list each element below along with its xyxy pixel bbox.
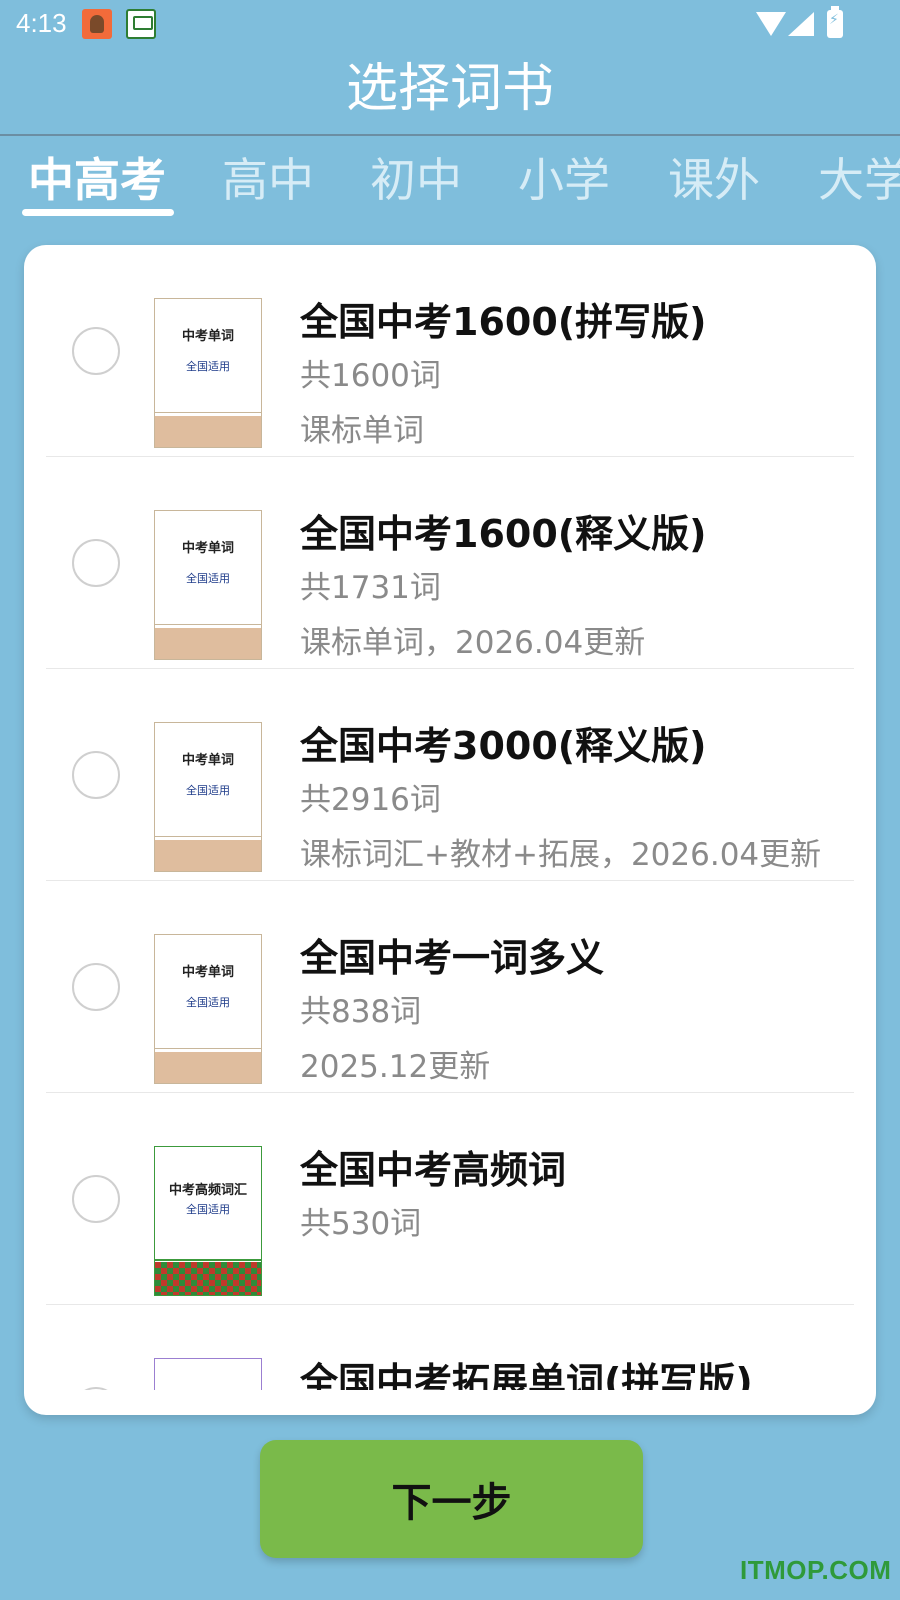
book-cover: 中考单词 全国适用 (154, 298, 262, 448)
page-title: 选择词书 (345, 59, 554, 119)
book-note: 课标单词 (300, 413, 424, 449)
book-title: 全国中考拓展单词(拼写版) (300, 1360, 753, 1390)
book-title: 全国中考1600(释义版) (300, 512, 707, 556)
book-cover: 中考单词 全国适用 (154, 722, 262, 872)
cover-title: 中考高频词汇 (168, 1183, 247, 1198)
wifi-icon (756, 12, 786, 36)
tab-zhonggaokao[interactable]: 中高考 (28, 150, 166, 210)
book-cover: 中考高频词汇 全国适用 (154, 1146, 262, 1296)
book-title: 全国中考高频词 (300, 1148, 567, 1192)
book-select-radio[interactable] (72, 1387, 120, 1390)
tab-gaozhong[interactable]: 高中 (222, 150, 314, 210)
book-item[interactable]: 中考单词 全国适用 全国中考3000(释义版) 共2916词 课标词汇+教材+拓… (24, 669, 876, 881)
book-select-radio[interactable] (72, 327, 120, 375)
cover-subtitle: 全国适用 (186, 784, 230, 797)
cover-divider (155, 836, 261, 837)
book-title: 全国中考1600(拼写版) (300, 300, 707, 344)
cover-band (155, 1262, 261, 1295)
cover-divider (155, 412, 261, 413)
book-item[interactable]: 中考单词 全国适用 全国中考1600(拼写版) 共1600词 课标单词 (24, 245, 876, 457)
status-bar: 4:13 (0, 0, 900, 50)
cover-subtitle: 全国适用 (186, 996, 230, 1009)
cover-band (155, 1052, 261, 1083)
tab-daxue[interactable]: 大学 (818, 150, 900, 210)
notification-app-icon (82, 9, 112, 39)
book-select-radio[interactable] (72, 1175, 120, 1223)
active-tab-indicator (22, 209, 174, 216)
book-cover: 中考单词 全国适用 (154, 510, 262, 660)
header-divider (0, 134, 900, 136)
book-item[interactable]: 全国中考拓展单词(拼写版) (24, 1305, 876, 1390)
cover-divider (155, 1048, 261, 1049)
battery-charging-icon (827, 6, 843, 38)
book-note: 课标词汇+教材+拓展，2026.04更新 (300, 837, 822, 873)
book-select-radio[interactable] (72, 539, 120, 587)
cover-divider (155, 624, 261, 625)
book-list-card: 中考单词 全国适用 全国中考1600(拼写版) 共1600词 课标单词 中考单词… (24, 245, 876, 1415)
tab-xiaoxue[interactable]: 小学 (518, 150, 610, 210)
book-word-count: 共2916词 (300, 782, 441, 818)
category-tab-bar: 中高考 高中 初中 小学 课外 大学 (0, 140, 900, 226)
book-cover (154, 1358, 262, 1390)
book-select-radio[interactable] (72, 751, 120, 799)
watermark: ITMOP.COM (740, 1555, 892, 1585)
cover-band (155, 840, 261, 871)
book-word-count: 共530词 (300, 1206, 422, 1242)
cover-band (155, 416, 261, 447)
book-select-radio[interactable] (72, 963, 120, 1011)
tab-kewai[interactable]: 课外 (668, 150, 760, 210)
book-cover: 中考单词 全国适用 (154, 934, 262, 1084)
book-item[interactable]: 中考高频词汇 全国适用 全国中考高频词 共530词 (24, 1093, 876, 1305)
cover-subtitle: 全国适用 (186, 360, 230, 373)
book-note: 课标单词，2026.04更新 (300, 625, 646, 661)
tab-chuzhong[interactable]: 初中 (370, 150, 462, 210)
cover-title: 中考单词 (181, 753, 234, 768)
book-title: 全国中考3000(释义版) (300, 724, 707, 768)
book-list[interactable]: 中考单词 全国适用 全国中考1600(拼写版) 共1600词 课标单词 中考单词… (24, 245, 876, 1390)
cover-divider (155, 1259, 261, 1261)
status-time: 4:13 (16, 8, 67, 38)
cover-subtitle: 全国适用 (186, 1203, 230, 1216)
book-word-count: 共838词 (300, 994, 422, 1030)
cover-title: 中考单词 (181, 329, 234, 344)
next-step-button[interactable]: 下一步 (260, 1440, 643, 1558)
cover-band (155, 628, 261, 659)
notification-app-icon (126, 9, 156, 39)
book-word-count: 共1600词 (300, 358, 441, 394)
signal-icon (788, 12, 814, 36)
cover-subtitle: 全国适用 (186, 572, 230, 585)
book-note: 2025.12更新 (300, 1049, 491, 1085)
book-word-count: 共1731词 (300, 570, 441, 606)
cover-title: 中考单词 (181, 965, 234, 980)
book-title: 全国中考一词多义 (300, 936, 605, 980)
book-item[interactable]: 中考单词 全国适用 全国中考一词多义 共838词 2025.12更新 (24, 881, 876, 1093)
cover-title: 中考单词 (181, 541, 234, 556)
book-item[interactable]: 中考单词 全国适用 全国中考1600(释义版) 共1731词 课标单词，2026… (24, 457, 876, 669)
